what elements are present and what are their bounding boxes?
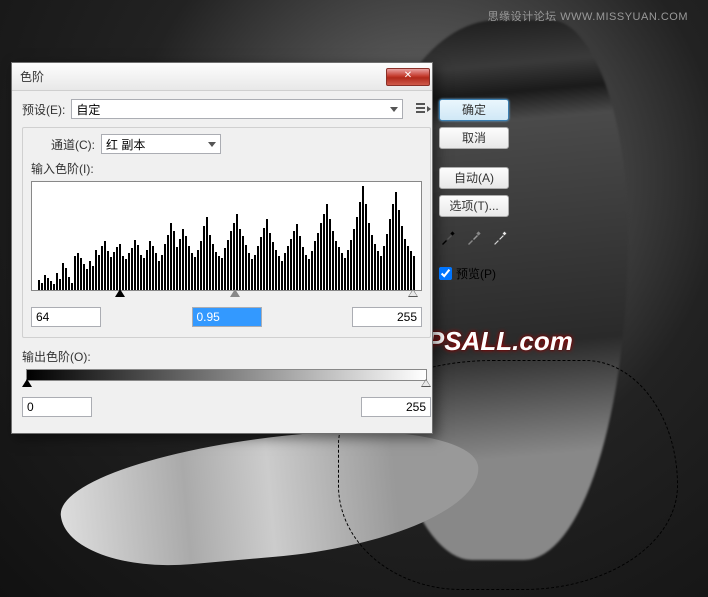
channel-value: 红 副本: [106, 136, 145, 153]
titlebar[interactable]: 色阶 ✕: [12, 63, 432, 91]
highlight-slider-handle[interactable]: [408, 289, 418, 297]
histogram: [31, 181, 422, 291]
output-slider-track[interactable]: [26, 381, 427, 391]
dialog-title: 色阶: [20, 68, 386, 85]
output-levels-label: 输出色阶(O):: [22, 348, 431, 365]
output-highlight-field[interactable]: 255: [361, 397, 431, 417]
input-slider-track[interactable]: [35, 291, 418, 301]
ok-button[interactable]: 确定: [439, 99, 509, 121]
watermark-top: 思缘设计论坛 WWW.MISSYUAN.COM: [488, 8, 688, 24]
gray-eyedropper-icon[interactable]: [465, 229, 483, 247]
output-shadow-field[interactable]: 0: [22, 397, 92, 417]
output-shadow-handle[interactable]: [22, 379, 32, 387]
channel-select[interactable]: 红 副本: [101, 134, 221, 154]
midtone-slider-handle[interactable]: [230, 289, 240, 297]
white-eyedropper-icon[interactable]: [491, 229, 509, 247]
preset-menu-icon[interactable]: [413, 101, 431, 117]
options-button[interactable]: 选项(T)...: [439, 195, 509, 217]
black-eyedropper-icon[interactable]: [439, 229, 457, 247]
preset-value: 自定: [76, 101, 100, 118]
preview-checkbox[interactable]: [439, 267, 452, 280]
output-gradient: [26, 369, 427, 381]
auto-button[interactable]: 自动(A): [439, 167, 509, 189]
preview-checkbox-row[interactable]: 预览(P): [439, 265, 509, 282]
input-shadow-field[interactable]: 64: [31, 307, 101, 327]
input-levels-label: 输入色阶(I):: [31, 160, 422, 177]
channel-label: 通道(C):: [51, 136, 95, 153]
shadow-slider-handle[interactable]: [115, 289, 125, 297]
preview-label: 预览(P): [456, 265, 496, 282]
input-midtone-field[interactable]: 0.95: [192, 307, 262, 327]
levels-dialog: 色阶 ✕ 预设(E): 自定 通道(C): 红 副本 输入色阶(I):: [11, 62, 433, 434]
preset-label: 预设(E):: [22, 101, 65, 118]
close-button[interactable]: ✕: [386, 68, 430, 86]
cancel-button[interactable]: 取消: [439, 127, 509, 149]
preset-select[interactable]: 自定: [71, 99, 403, 119]
input-highlight-field[interactable]: 255: [352, 307, 422, 327]
output-highlight-handle[interactable]: [421, 379, 431, 387]
